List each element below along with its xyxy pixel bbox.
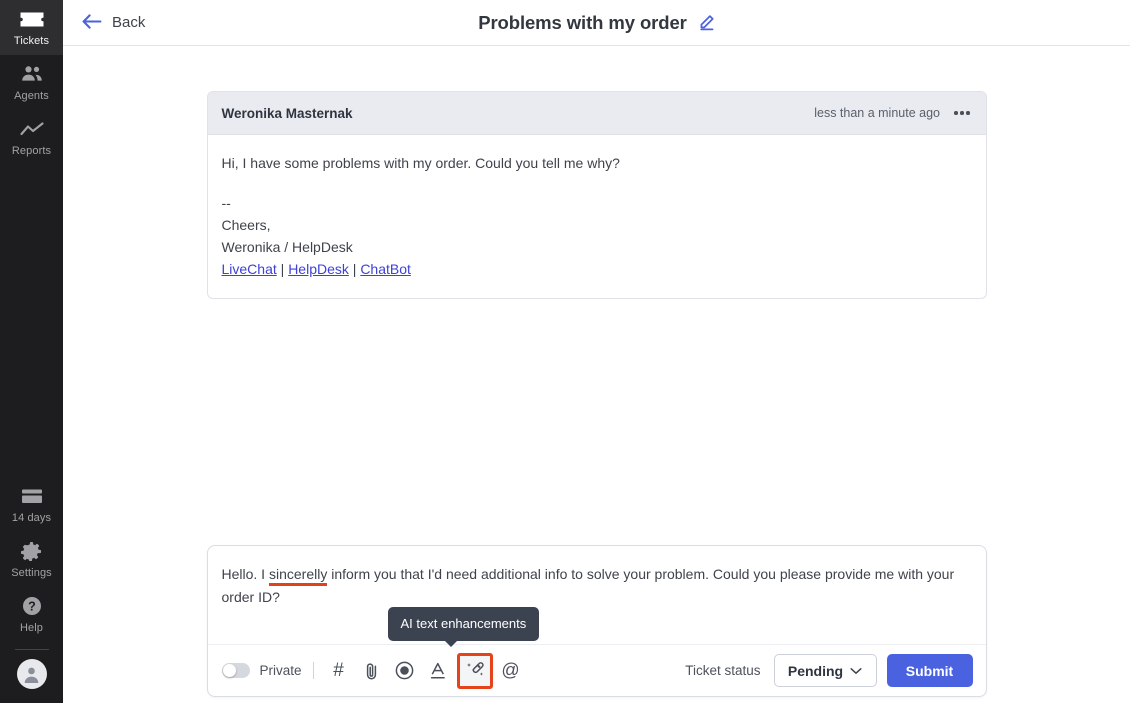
main-panel: Back Problems with my order Weronika Mas… (63, 0, 1130, 703)
ticket-status-select[interactable]: Pending (773, 654, 877, 687)
sidebar-bottom-nav: 14 days Settings ? Help (0, 477, 63, 703)
question-circle-icon: ? (22, 595, 42, 617)
hashtag-icon[interactable]: # (324, 656, 354, 686)
gear-icon (21, 540, 42, 562)
sidebar-item-agents[interactable]: Agents (0, 55, 63, 110)
ai-enhancements-tooltip: AI text enhancements (387, 607, 540, 647)
link-helpdesk[interactable]: HelpDesk (288, 261, 349, 277)
message-signature-dashes: -- (221, 195, 231, 211)
ticket-icon (20, 8, 44, 30)
toolbar-divider (312, 662, 314, 679)
submit-button[interactable]: Submit (886, 654, 973, 687)
sidebar-item-help-label: Help (19, 622, 44, 634)
sidebar-divider (14, 649, 49, 650)
ticket-title-wrap: Problems with my order (63, 12, 1130, 34)
back-button[interactable]: Back (80, 10, 147, 36)
back-button-label: Back (112, 14, 146, 31)
sidebar-item-trial-days[interactable]: 14 days (0, 477, 63, 532)
sidebar-item-tickets-label: Tickets (13, 35, 50, 47)
sidebar-item-agents-label: Agents (14, 90, 49, 102)
link-separator-1: | (276, 261, 289, 277)
message-signature-line-2: Weronika / HelpDesk (221, 239, 353, 255)
chevron-down-icon (850, 662, 862, 680)
reply-text-before: Hello. I (221, 566, 269, 582)
conversation-area: Weronika Masternak less than a minute ag… (63, 46, 1130, 703)
reports-icon (19, 118, 44, 140)
sidebar-avatar-wrap (0, 659, 63, 697)
link-separator-2: | (348, 261, 361, 277)
reply-composer: Hello. I sincerelly inform you that I'd … (206, 545, 987, 697)
composer-toolbar-left: Private # @ (221, 652, 529, 689)
message-text-line-1: Hi, I have some problems with my order. … (221, 155, 620, 171)
agents-icon (20, 63, 44, 85)
private-toggle-knob (222, 664, 236, 677)
link-chatbot[interactable]: ChatBot (360, 261, 411, 277)
private-toggle[interactable] (221, 663, 250, 678)
ticket-status-value: Pending (787, 662, 844, 679)
trial-card-icon (20, 485, 44, 507)
private-toggle-label: Private (259, 663, 302, 678)
pencil-icon[interactable] (698, 14, 715, 31)
sidebar-item-help[interactable]: ? Help (0, 587, 63, 642)
message-signature-links: LiveChat | HelpDesk | ChatBot (222, 258, 972, 280)
arrow-left-icon (82, 13, 102, 32)
mention-at-icon[interactable]: @ (496, 656, 526, 686)
message-card-header: Weronika Masternak less than a minute ag… (207, 92, 986, 135)
text-format-icon[interactable] (423, 656, 453, 686)
message-card: Weronika Masternak less than a minute ag… (206, 91, 987, 299)
avatar[interactable] (16, 659, 47, 689)
sidebar-top-nav: Tickets Agents Reports (0, 0, 63, 165)
sidebar-item-reports-label: Reports (11, 145, 52, 157)
record-circle-icon[interactable] (390, 656, 420, 686)
composer-zone: Hello. I sincerelly inform you that I'd … (63, 545, 1130, 697)
message-header-right: less than a minute ago (814, 106, 970, 120)
main-sidebar: Tickets Agents Reports 14 days Settings … (0, 0, 63, 703)
page-title: Problems with my order (478, 11, 687, 33)
ellipsis-icon[interactable] (953, 107, 971, 119)
sidebar-item-trial-days-label: 14 days (11, 512, 52, 524)
composer-toolbar-right: Ticket status Pending Submit (685, 654, 973, 687)
sidebar-item-settings-label: Settings (11, 567, 52, 579)
sidebar-item-tickets[interactable]: Tickets (0, 0, 63, 55)
message-body: Hi, I have some problems with my order. … (208, 135, 986, 298)
link-livechat[interactable]: LiveChat (222, 261, 277, 277)
svg-text:?: ? (28, 600, 36, 614)
ticket-status-label: Ticket status (685, 663, 761, 678)
paperclip-icon[interactable] (357, 656, 387, 686)
reply-textarea[interactable]: Hello. I sincerelly inform you that I'd … (208, 546, 986, 644)
message-author: Weronika Masternak (221, 105, 353, 121)
helpdesk-ticket-view: Tickets Agents Reports 14 days Settings … (0, 0, 1130, 703)
message-timestamp: less than a minute ago (814, 106, 940, 120)
sidebar-item-reports[interactable]: Reports (0, 110, 63, 165)
topbar: Back Problems with my order (63, 0, 1130, 46)
user-avatar-icon (24, 667, 39, 683)
message-signature-line-1: Cheers, (221, 217, 271, 233)
misspelled-word: sincerelly (268, 566, 328, 586)
magic-wand-icon[interactable] (456, 652, 493, 689)
sidebar-item-settings[interactable]: Settings (0, 532, 63, 587)
composer-toolbar: Private # @ Ticket status Pending Submit (207, 644, 986, 696)
reply-text-after: inform you that I'd need additional info… (221, 566, 955, 605)
